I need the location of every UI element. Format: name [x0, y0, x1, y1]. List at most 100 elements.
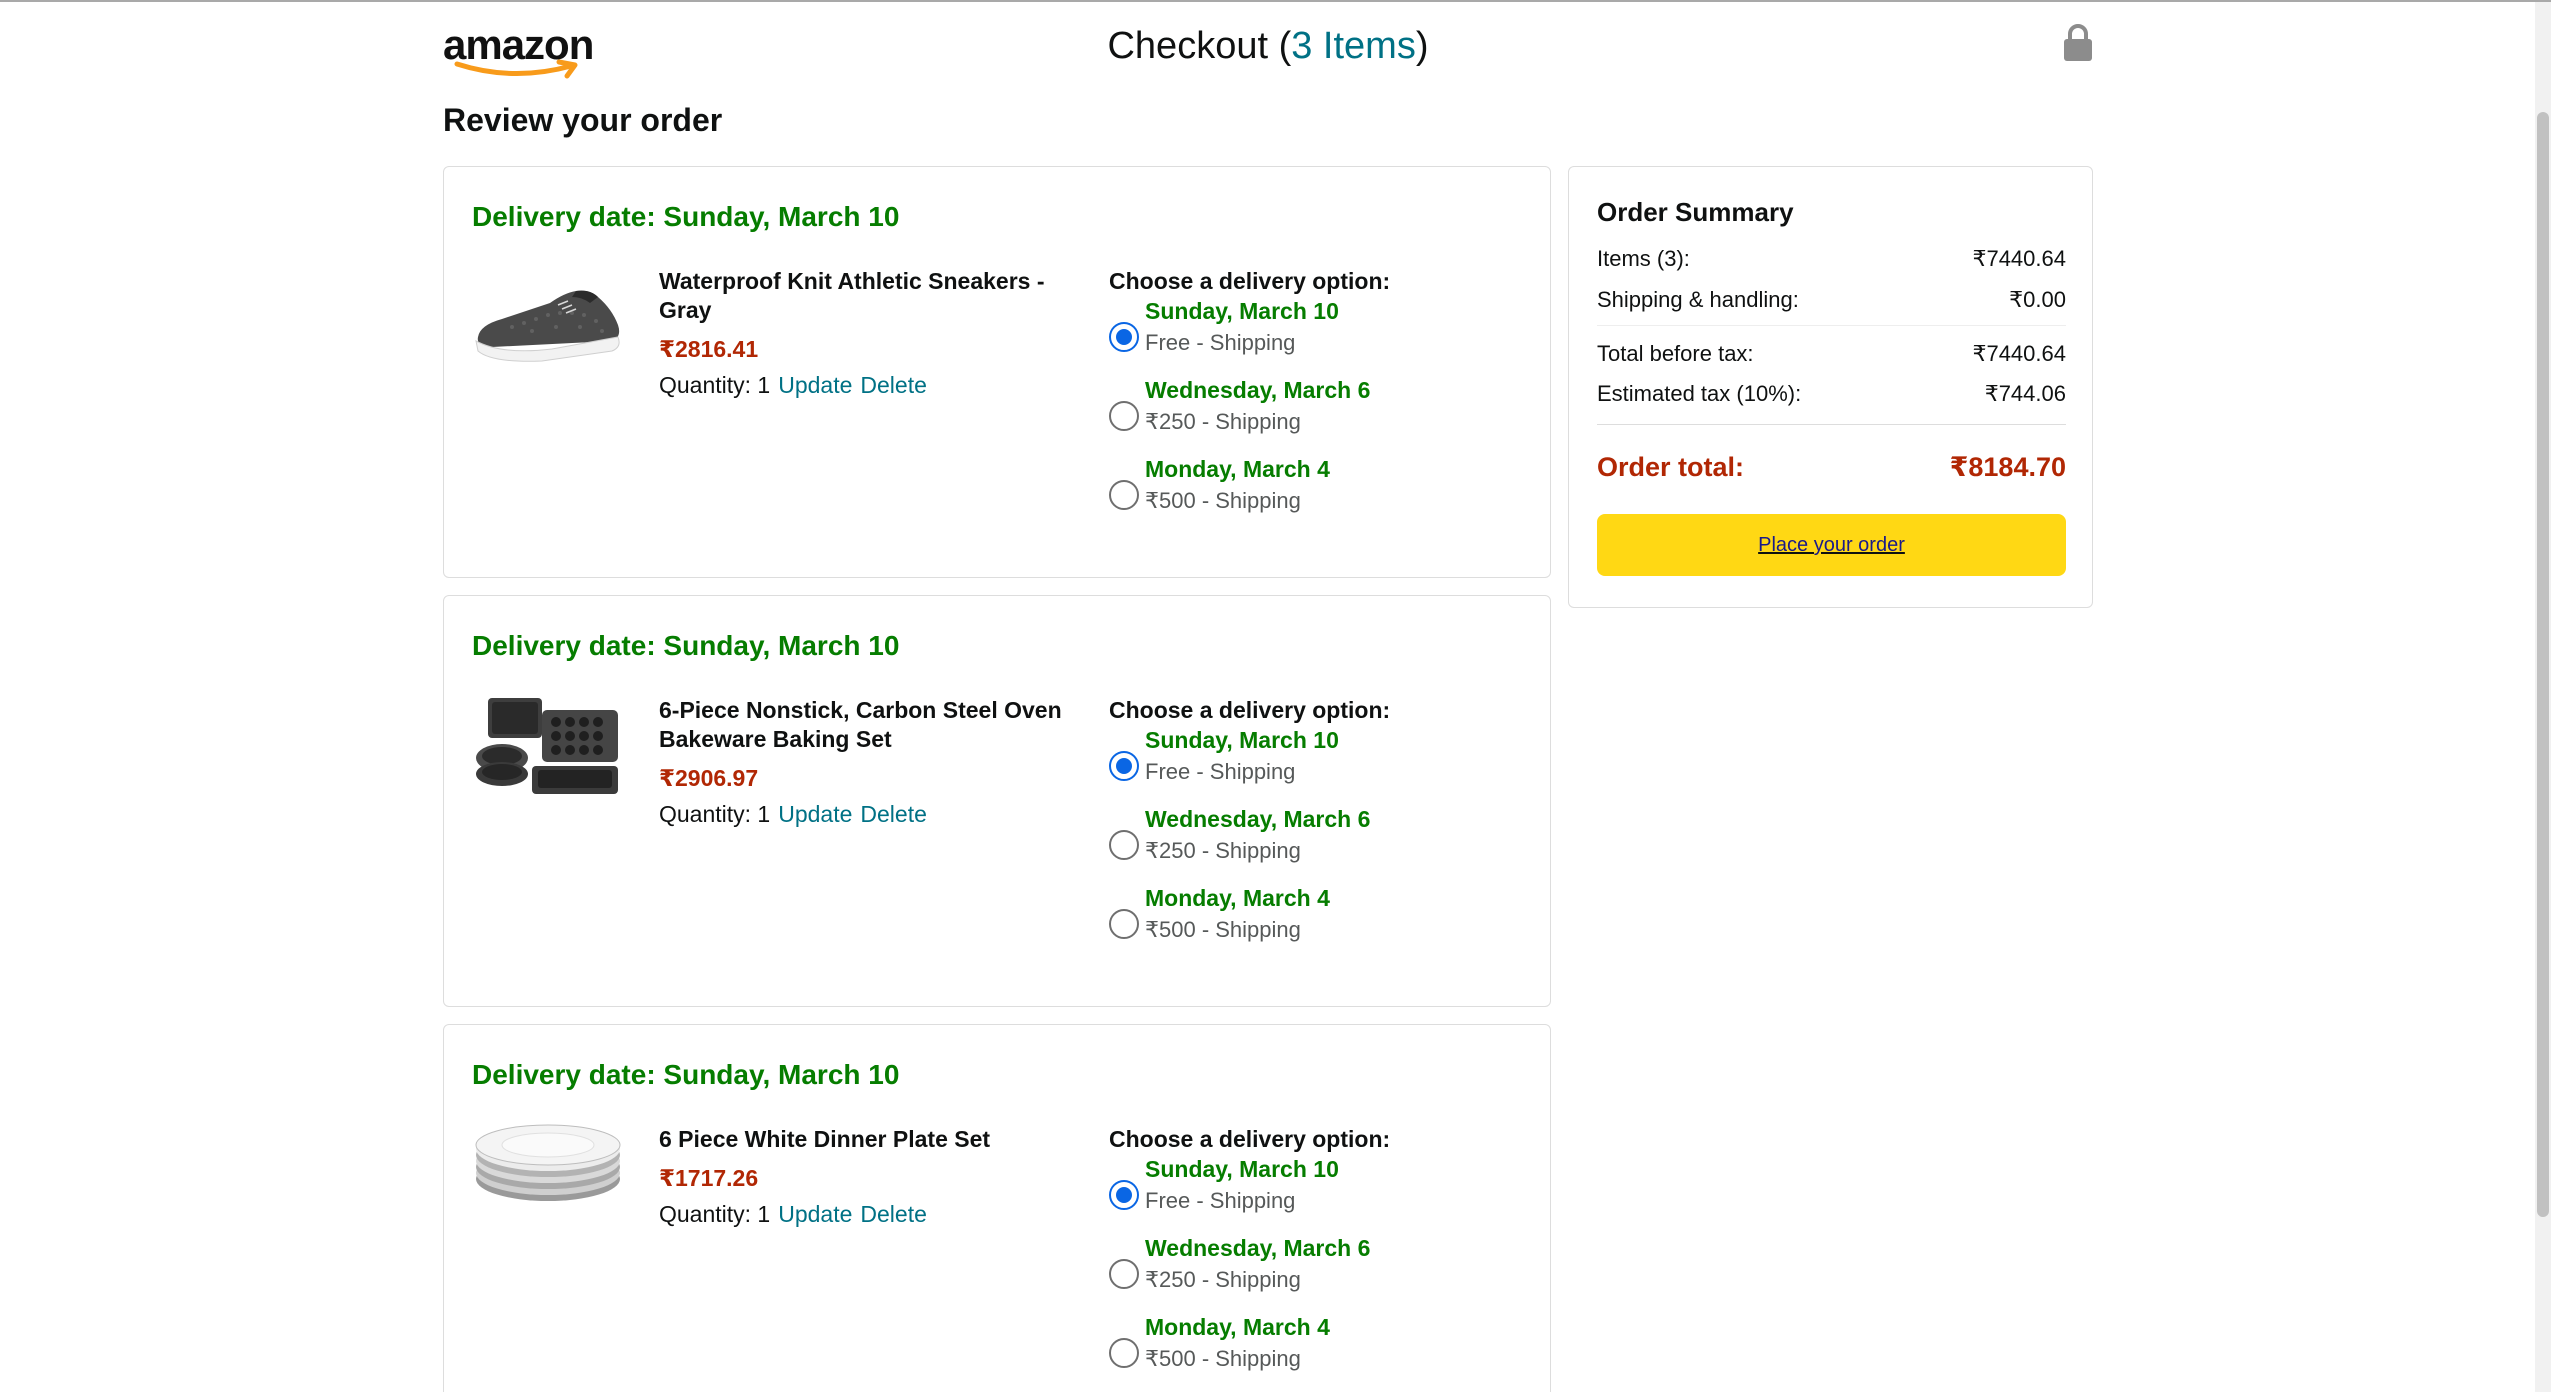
delivery-option-radio[interactable]	[1109, 1180, 1139, 1210]
update-link[interactable]: Update	[778, 372, 852, 398]
quantity-label: Quantity: 1	[659, 372, 771, 398]
quantity-label: Quantity: 1	[659, 1201, 771, 1227]
delivery-option[interactable]: Sunday, March 10 Free - Shipping	[1109, 296, 1529, 375]
place-your-order-button[interactable]: Place your order	[1597, 514, 2066, 576]
page-scrollbar[interactable]	[2535, 2, 2551, 1392]
delete-link[interactable]: Delete	[860, 1201, 926, 1227]
option-date: Sunday, March 10	[1145, 1156, 1339, 1182]
delivery-options: Choose a delivery option: Sunday, March …	[1109, 696, 1529, 962]
item-name[interactable]: 6 Piece White Dinner Plate Set	[659, 1125, 1079, 1154]
option-price: ₹250 - Shipping	[1145, 838, 1301, 863]
delivery-option-radio[interactable]	[1109, 401, 1139, 431]
summary-tax-row: Estimated tax (10%): ₹744.06	[1597, 379, 2066, 409]
summary-items-value: ₹7440.64	[1972, 246, 2066, 271]
delivery-option[interactable]: Monday, March 4 ₹500 - Shipping	[1109, 883, 1529, 962]
item-price: ₹2906.97	[659, 765, 759, 791]
delivery-options-title: Choose a delivery option:	[1109, 697, 1391, 723]
delivery-option[interactable]: Monday, March 4 ₹500 - Shipping	[1109, 1312, 1529, 1391]
order-item-card: Delivery date: Sunday, March 10 Waterpro…	[443, 166, 1551, 578]
checkout-page: amazon Checkout (3 Items) Review your or…	[443, 0, 2093, 1392]
option-price: ₹500 - Shipping	[1145, 917, 1301, 942]
order-summary: Order Summary Items (3): ₹7440.64 Shippi…	[1568, 166, 2093, 608]
option-price: ₹250 - Shipping	[1145, 1267, 1301, 1292]
plates-thumbnail[interactable]	[472, 1121, 624, 1231]
option-date: Wednesday, March 6	[1145, 1235, 1371, 1261]
delivery-option[interactable]: Wednesday, March 6 ₹250 - Shipping	[1109, 804, 1529, 883]
summary-divider	[1597, 424, 2066, 425]
delivery-option[interactable]: Wednesday, March 6 ₹250 - Shipping	[1109, 375, 1529, 454]
delivery-option-radio[interactable]	[1109, 480, 1139, 510]
delivery-options: Choose a delivery option: Sunday, March …	[1109, 1125, 1529, 1391]
summary-before-tax-label: Total before tax:	[1597, 341, 1754, 366]
order-item-card: Delivery date: Sunday, March 10 6-Piece …	[443, 595, 1551, 1007]
summary-tax-value: ₹744.06	[1984, 381, 2066, 406]
option-price: Free - Shipping	[1145, 330, 1296, 355]
item-name[interactable]: Waterproof Knit Athletic Sneakers - Gray	[659, 267, 1079, 325]
summary-before-tax-row: Total before tax: ₹7440.64	[1597, 339, 2066, 369]
item-price: ₹1717.26	[659, 1165, 759, 1191]
item-info: 6 Piece White Dinner Plate Set ₹1717.26 …	[659, 1125, 1079, 1229]
delivery-option[interactable]: Sunday, March 10 Free - Shipping	[1109, 1154, 1529, 1233]
summary-shipping-row: Shipping & handling: ₹0.00	[1597, 285, 2066, 315]
option-price: ₹250 - Shipping	[1145, 409, 1301, 434]
item-info: Waterproof Knit Athletic Sneakers - Gray…	[659, 267, 1079, 400]
summary-before-tax-value: ₹7440.64	[1972, 341, 2066, 366]
summary-tax-label: Estimated tax (10%):	[1597, 381, 1802, 406]
scrollbar-thumb[interactable]	[2537, 112, 2549, 1217]
checkout-title: Checkout (3 Items)	[443, 22, 2093, 70]
option-date: Monday, March 4	[1145, 456, 1330, 482]
option-price: ₹500 - Shipping	[1145, 1346, 1301, 1371]
delivery-option-radio[interactable]	[1109, 751, 1139, 781]
option-price: Free - Shipping	[1145, 759, 1296, 784]
checkout-close: )	[1415, 25, 1429, 67]
option-date: Sunday, March 10	[1145, 298, 1339, 324]
sneaker-thumbnail[interactable]	[472, 263, 624, 373]
update-link[interactable]: Update	[778, 801, 852, 827]
delivery-option-radio[interactable]	[1109, 1338, 1139, 1368]
delete-link[interactable]: Delete	[860, 372, 926, 398]
quantity-row: Quantity: 1 Update Delete	[659, 1200, 1079, 1229]
delivery-option-radio[interactable]	[1109, 830, 1139, 860]
delivery-options-title: Choose a delivery option:	[1109, 1126, 1391, 1152]
lock-icon	[2064, 24, 2092, 61]
delivery-option-radio[interactable]	[1109, 322, 1139, 352]
order-item-card: Delivery date: Sunday, March 10 6 Piece …	[443, 1024, 1551, 1392]
option-date: Monday, March 4	[1145, 885, 1330, 911]
order-summary-title: Order Summary	[1597, 197, 1794, 227]
option-date: Wednesday, March 6	[1145, 806, 1371, 832]
delivery-option[interactable]: Wednesday, March 6 ₹250 - Shipping	[1109, 1233, 1529, 1312]
option-date: Wednesday, March 6	[1145, 377, 1371, 403]
delivery-date: Delivery date: Sunday, March 10	[472, 201, 900, 232]
delivery-options-title: Choose a delivery option:	[1109, 268, 1391, 294]
option-price: ₹500 - Shipping	[1145, 488, 1301, 513]
delete-link[interactable]: Delete	[860, 801, 926, 827]
review-your-order-heading: Review your order	[443, 102, 723, 138]
summary-divider	[1597, 325, 2066, 326]
delivery-option[interactable]: Monday, March 4 ₹500 - Shipping	[1109, 454, 1529, 533]
option-date: Sunday, March 10	[1145, 727, 1339, 753]
delivery-option[interactable]: Sunday, March 10 Free - Shipping	[1109, 725, 1529, 804]
quantity-label: Quantity: 1	[659, 801, 771, 827]
checkout-item-count[interactable]: 3 Items	[1291, 25, 1416, 67]
item-price: ₹2816.41	[659, 336, 759, 362]
summary-items-row: Items (3): ₹7440.64	[1597, 244, 2066, 274]
checkout-label: Checkout (	[1107, 25, 1292, 67]
update-link[interactable]: Update	[778, 1201, 852, 1227]
item-info: 6-Piece Nonstick, Carbon Steel Oven Bake…	[659, 696, 1079, 829]
delivery-date: Delivery date: Sunday, March 10	[472, 1059, 900, 1090]
order-total-value: ₹8184.70	[1949, 452, 2066, 482]
place-your-order-label: Place your order	[1758, 534, 1905, 556]
quantity-row: Quantity: 1 Update Delete	[659, 371, 1079, 400]
delivery-option-radio[interactable]	[1109, 1259, 1139, 1289]
summary-items-label: Items (3):	[1597, 246, 1690, 271]
summary-shipping-value: ₹0.00	[2009, 287, 2066, 312]
delivery-options: Choose a delivery option: Sunday, March …	[1109, 267, 1529, 533]
item-name[interactable]: 6-Piece Nonstick, Carbon Steel Oven Bake…	[659, 696, 1079, 754]
bakeware-thumbnail[interactable]	[472, 692, 624, 802]
order-total-label: Order total:	[1597, 452, 1745, 482]
delivery-date: Delivery date: Sunday, March 10	[472, 630, 900, 661]
delivery-option-radio[interactable]	[1109, 909, 1139, 939]
summary-shipping-label: Shipping & handling:	[1597, 287, 1799, 312]
quantity-row: Quantity: 1 Update Delete	[659, 800, 1079, 829]
order-total-row: Order total: ₹8184.70	[1597, 450, 2066, 484]
